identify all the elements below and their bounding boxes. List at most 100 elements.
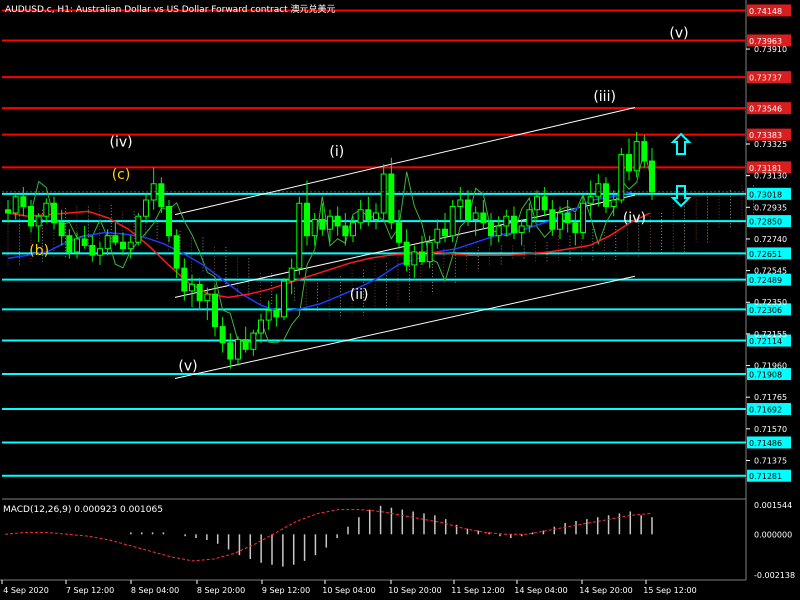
- macd-tick-label: 0.000000: [754, 530, 792, 539]
- candle-body: [296, 202, 303, 269]
- candle-body: [380, 173, 387, 214]
- resistance-level-1-label: 0.74148: [749, 7, 782, 16]
- wave-label: (iv): [623, 211, 646, 227]
- candle-body: [511, 215, 517, 233]
- candle-body: [465, 199, 471, 220]
- candle-body: [235, 339, 241, 360]
- price-tick-label: 0.73910: [754, 45, 787, 54]
- candle-body: [20, 196, 27, 207]
- candle-body: [365, 209, 372, 220]
- candle-body: [158, 183, 165, 207]
- candle-body: [334, 215, 341, 227]
- candle-body: [196, 283, 203, 302]
- wave-label: (b): [29, 243, 49, 259]
- trading-chart-window[interactable]: (iv) (c) (b) (v) (i) (ii) (iii) (iv) (v) 0.00154…: [0, 0, 800, 600]
- time-tick-label: 14 Sep 04:00: [514, 586, 567, 595]
- time-tick-label: 14 Sep 20:00: [579, 586, 632, 595]
- support-level-8-label: 0.71692: [749, 406, 782, 415]
- macd-tick-label: 0.001544: [754, 501, 792, 510]
- candle-body: [419, 251, 425, 263]
- candle-body: [250, 332, 257, 350]
- wave-label: (ii): [350, 287, 369, 303]
- candle-body: [411, 251, 418, 266]
- candle-body: [311, 218, 318, 237]
- candle-body: [534, 196, 540, 211]
- price-tick-label: 0.73130: [754, 172, 787, 181]
- candle-body: [319, 218, 326, 230]
- time-tick-label: 11 Sep 12:00: [451, 586, 504, 595]
- candle-body: [28, 205, 34, 227]
- candle-body: [81, 238, 88, 246]
- candle-body: [572, 222, 579, 233]
- chart-title: AUDUSD.c, H1: Australian Dollar vs US Do…: [5, 3, 336, 15]
- candle-body: [135, 215, 142, 243]
- candle-body: [227, 342, 234, 360]
- candle-body: [58, 222, 65, 237]
- candle-body: [518, 225, 525, 233]
- candle-body: [373, 212, 379, 220]
- candle-body: [495, 225, 502, 237]
- candle-body: [633, 141, 640, 172]
- candle-body: [173, 235, 180, 269]
- candle-body: [273, 309, 280, 318]
- candle-body: [503, 215, 510, 227]
- candle-body: [181, 267, 188, 292]
- candle-body: [219, 326, 226, 344]
- candle-body: [434, 228, 441, 243]
- candle-body: [288, 267, 295, 282]
- candle-body: [35, 215, 42, 227]
- candle-body: [258, 319, 264, 334]
- support-level-9-label: 0.71486: [749, 439, 782, 448]
- price-tick-label: 0.72935: [754, 203, 787, 212]
- candle-body: [426, 241, 433, 263]
- candle-body: [488, 222, 494, 237]
- time-tick-label: 9 Sep 12:00: [262, 586, 310, 595]
- support-level-7-label: 0.71908: [749, 370, 782, 379]
- wave-label: (iv): [109, 134, 132, 150]
- candle-body: [618, 154, 625, 201]
- time-tick-label: 15 Sep 12:00: [643, 586, 696, 595]
- price-tick-label: 0.71960: [754, 362, 787, 371]
- candle-body: [480, 212, 487, 224]
- candle-body: [641, 141, 648, 162]
- candle-body: [626, 154, 632, 172]
- candle-body: [112, 235, 119, 243]
- candle-body: [549, 209, 556, 230]
- resistance-level-5-label: 0.73383: [749, 131, 782, 140]
- price-tick-label: 0.72155: [754, 330, 787, 339]
- candle-body: [51, 202, 57, 224]
- candle-body: [66, 235, 73, 253]
- candle-body: [242, 339, 249, 350]
- candle-body: [557, 212, 563, 230]
- candle-body: [396, 222, 402, 243]
- candle-body: [166, 205, 172, 237]
- resistance-level-3-label: 0.73737: [749, 74, 782, 83]
- candle-body: [74, 238, 80, 253]
- wave-label: (iii): [593, 89, 616, 105]
- candle-body: [127, 241, 134, 250]
- candle-body: [595, 183, 602, 198]
- time-tick-label: 4 Sep 2020: [3, 586, 49, 595]
- candle-body: [5, 209, 11, 214]
- candle-body: [43, 202, 50, 217]
- price-tick-label: 0.71765: [754, 393, 787, 402]
- candle-body: [457, 199, 464, 207]
- time-tick-label: 7 Sep 12:00: [66, 586, 114, 595]
- wave-label: (v): [669, 26, 688, 42]
- candle-body: [212, 293, 218, 328]
- price-tick-label: 0.72740: [754, 235, 787, 244]
- price-tick-label: 0.72350: [754, 298, 787, 307]
- candle-body: [189, 283, 195, 292]
- candle-body: [649, 160, 655, 193]
- price-tick-label: 0.72545: [754, 267, 787, 276]
- price-tick-label: 0.71570: [754, 425, 787, 434]
- candle-body: [449, 205, 456, 237]
- wave-label: (c): [112, 167, 131, 183]
- price-tick-label: 0.73325: [754, 140, 787, 149]
- candle-body: [204, 293, 211, 302]
- candle-body: [143, 199, 149, 217]
- candle-body: [120, 241, 126, 250]
- wave-label: (v): [178, 358, 197, 374]
- chart-canvas[interactable]: (iv) (c) (b) (v) (i) (ii) (iii) (iv) (v) 0.00154…: [0, 0, 800, 600]
- candle-body: [327, 215, 333, 230]
